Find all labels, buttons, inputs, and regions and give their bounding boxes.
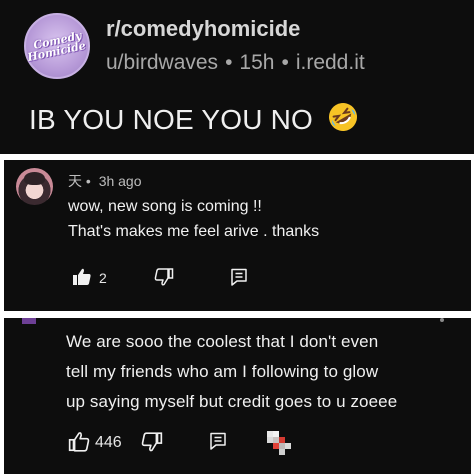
reddit-post-panel: Comedy Homicide r/comedyhomicide u/birdw… bbox=[0, 0, 474, 154]
thumbs-up-icon[interactable] bbox=[68, 431, 90, 453]
post-age: 15h bbox=[239, 51, 275, 74]
comment-separator: • bbox=[85, 173, 91, 189]
comment-header: 天 • 3h ago bbox=[68, 171, 142, 191]
comment-text-line: up saying myself but credit goes to u zo… bbox=[66, 392, 398, 411]
comment-panel-2: We are sooo the coolest that I don't eve… bbox=[4, 318, 471, 474]
comment-username[interactable]: 天 bbox=[68, 173, 82, 189]
avatar[interactable] bbox=[16, 168, 53, 205]
comment-text-line: wow, new song is coming !! bbox=[68, 198, 262, 215]
avatar-edge bbox=[22, 318, 36, 324]
post-title[interactable]: IB YOU NOE YOU NO bbox=[29, 101, 359, 136]
subreddit-name[interactable]: r/comedyhomicide bbox=[106, 16, 300, 42]
post-domain[interactable]: i.redd.it bbox=[296, 51, 365, 74]
comment-panel: 天 • 3h ago wow, new song is coming !! Th… bbox=[4, 160, 471, 311]
reply-icon[interactable] bbox=[229, 267, 249, 287]
pixel-avatar-icon[interactable] bbox=[267, 431, 293, 455]
comment-time: 3h ago bbox=[98, 173, 142, 189]
comment-text-line: That's makes me feel arive . thanks bbox=[68, 223, 320, 240]
post-meta: u/birdwaves • 15h • i.redd.it bbox=[106, 51, 365, 75]
comment-text-line: tell my friends who am I following to gl… bbox=[66, 362, 379, 381]
thumbs-down-icon[interactable] bbox=[154, 267, 174, 287]
reply-icon[interactable] bbox=[208, 431, 228, 451]
meta-separator: • bbox=[225, 51, 233, 74]
subreddit-avatar[interactable]: Comedy Homicide bbox=[24, 13, 90, 79]
thumbs-up-filled-icon[interactable] bbox=[72, 267, 92, 287]
post-title-text: IB YOU NOE YOU NO bbox=[29, 104, 313, 135]
like-count: 446 bbox=[95, 434, 122, 451]
thumbs-down-icon[interactable] bbox=[141, 431, 163, 453]
rolling-on-floor-laughing-icon bbox=[328, 102, 357, 131]
comment-text-line: We are sooo the coolest that I don't eve… bbox=[66, 332, 379, 351]
meta-separator: • bbox=[281, 51, 289, 74]
like-count: 2 bbox=[99, 270, 107, 286]
post-author[interactable]: u/birdwaves bbox=[106, 51, 218, 74]
more-options-icon[interactable] bbox=[440, 318, 444, 322]
